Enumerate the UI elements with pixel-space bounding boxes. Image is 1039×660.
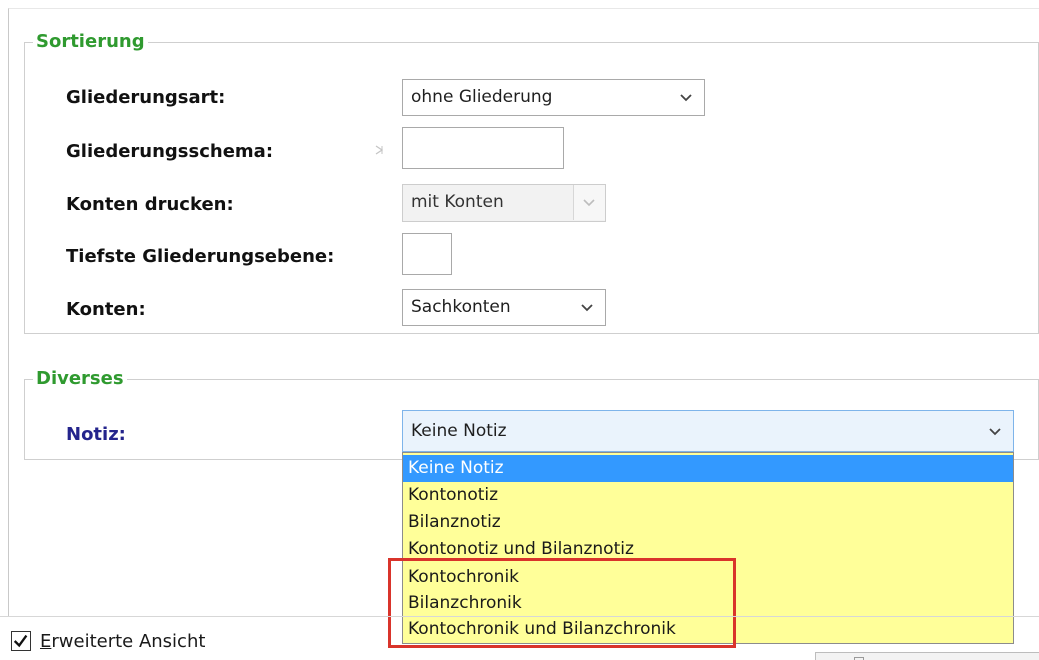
highlight-annotation (388, 558, 736, 648)
erweiterte-ansicht-mnemonic: E (40, 631, 52, 652)
sortierung-title: Sortierung (33, 31, 148, 53)
konten-drucken-combo[interactable]: mit Konten (402, 184, 606, 222)
erweiterte-ansicht-label[interactable]: Erweiterte Ansicht (40, 630, 205, 654)
notiz-label: Notiz: (66, 424, 126, 445)
gliederungsschema-label: Gliederungsschema: (66, 141, 274, 162)
konten-label: Konten: (66, 299, 146, 320)
dropdown-option-bilanznotiz[interactable]: Bilanznotiz (403, 509, 1013, 536)
gliederungsart-value: ohne Gliederung (411, 87, 553, 107)
chevron-down-icon[interactable] (987, 423, 1003, 439)
konten-drucken-label: Konten drucken: (66, 194, 234, 215)
konten-combo[interactable]: Sachkonten (402, 289, 606, 326)
checkmark-icon (13, 634, 28, 648)
konten-drucken-value: mit Konten (411, 192, 504, 212)
tiefste-gliederungsebene-input[interactable] (402, 233, 452, 275)
settings-panel: Sortierung Gliederungsart: ohne Gliederu… (0, 0, 1039, 660)
pointer-arrow-icon (375, 145, 384, 155)
gliederungsart-combo[interactable]: ohne Gliederung (402, 79, 705, 116)
erweiterte-ansicht-checkbox[interactable] (11, 631, 31, 651)
gliederungsart-label: Gliederungsart: (66, 87, 226, 108)
dropdown-option-kontonotiz[interactable]: Kontonotiz (403, 482, 1013, 509)
konten-value: Sachkonten (411, 297, 511, 317)
diverses-title: Diverses (33, 368, 127, 390)
chevron-down-icon[interactable] (678, 89, 694, 105)
notiz-combo[interactable]: Keine Notiz (402, 410, 1014, 452)
chevron-down-icon (583, 199, 595, 207)
tiefste-gliederungsebene-label: Tiefste Gliederungsebene: (66, 246, 335, 267)
chevron-down-icon[interactable] (579, 299, 595, 315)
dropdown-option-keine-notiz[interactable]: Keine Notiz (403, 455, 1013, 482)
erweiterte-ansicht-label-text: rweiterte Ansicht (51, 631, 206, 652)
bottom-separator (0, 616, 1039, 617)
notiz-value: Keine Notiz (411, 421, 507, 441)
gliederungsschema-input[interactable] (402, 127, 564, 169)
bottom-right-button[interactable] (815, 652, 1039, 660)
